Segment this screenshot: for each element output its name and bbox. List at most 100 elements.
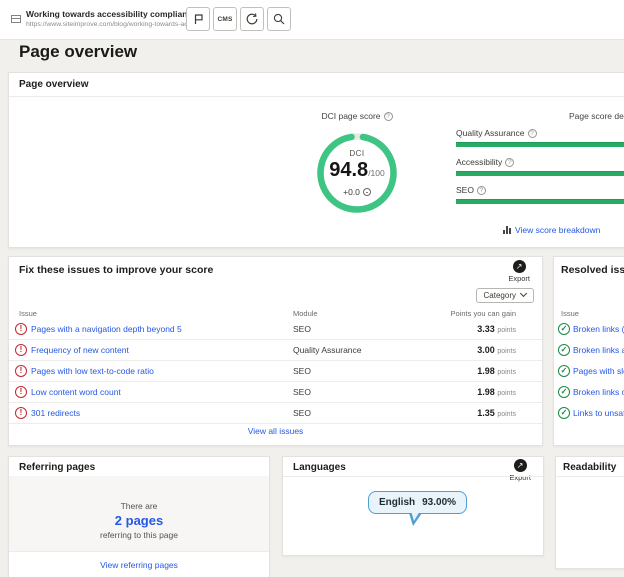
export-label: Export <box>508 274 530 283</box>
top-toolbar: Working towards accessibility compliance… <box>0 0 624 40</box>
overview-card-title: Page overview <box>19 79 88 90</box>
table-row: Links to unsafe domains <box>554 403 624 424</box>
resolved-issue-link[interactable]: Broken links at page level <box>573 345 624 355</box>
check-icon <box>558 407 570 419</box>
page-title: Working towards accessibility compliance <box>26 9 197 19</box>
readability-card: Readability <box>555 456 624 569</box>
bar-chart-icon <box>503 226 511 234</box>
view-all-issues-link[interactable]: View all issues <box>248 426 304 436</box>
col-issue: Issue <box>19 309 37 318</box>
check-icon <box>558 365 570 377</box>
languages-card: Languages Export English 93.00% <box>282 456 544 556</box>
window-icon <box>11 15 21 23</box>
score-label-quality-assurance: Quality Assurance <box>456 128 537 138</box>
page-heading: Page overview <box>19 42 137 62</box>
issue-module: SEO <box>293 387 311 397</box>
view-score-breakdown-link[interactable]: View score breakdown <box>503 225 600 235</box>
table-row: Pages with low text-to-code ratio SEO 1.… <box>9 361 542 382</box>
table-row: 301 redirects SEO 1.35 points <box>9 403 542 424</box>
resolved-issues-card: Resolved issues Issue Broken links (over… <box>553 256 624 446</box>
language-tooltip: English 93.00% <box>368 491 467 514</box>
referring-card-title: Referring pages <box>19 462 95 473</box>
export-icon <box>514 459 527 472</box>
search-button[interactable] <box>267 7 291 31</box>
resolved-issue-link[interactable]: Links to unsafe domains <box>573 408 624 418</box>
error-icon <box>15 365 27 377</box>
flag-icon <box>191 12 205 26</box>
issue-points: 3.00 points <box>477 345 516 355</box>
table-row: Broken links (overall) <box>554 319 624 340</box>
view-referring-pages-link[interactable]: View referring pages <box>100 560 178 570</box>
col-issue: Issue <box>561 309 579 318</box>
cms-button-label: CMS <box>217 16 232 23</box>
header-divider <box>556 476 624 477</box>
issues-table: Pages with a navigation depth beyond 5 S… <box>9 319 542 424</box>
resolved-issue-link[interactable]: Broken links on level <box>573 387 624 397</box>
issue-points: 1.98 points <box>477 387 516 397</box>
flag-page-button[interactable] <box>186 7 210 31</box>
help-icon[interactable] <box>505 158 514 167</box>
languages-export-button[interactable]: Export <box>509 459 531 482</box>
issue-module: SEO <box>293 366 311 376</box>
error-icon <box>15 407 27 419</box>
referring-count-link[interactable]: 2 pages <box>115 513 163 528</box>
issue-points: 1.35 points <box>477 408 516 418</box>
issue-link[interactable]: 301 redirects <box>31 408 80 418</box>
table-row: Pages with a navigation depth beyond 5 S… <box>9 319 542 340</box>
score-label-accessibility: Accessibility <box>456 157 514 167</box>
referring-line2: referring to this page <box>9 530 269 540</box>
score-label-seo: SEO <box>456 185 486 195</box>
seo-score-bar <box>456 199 624 204</box>
chevron-down-icon <box>520 290 527 297</box>
resolved-table: Broken links (overall) Broken links at p… <box>554 319 624 424</box>
recheck-button[interactable] <box>240 7 264 31</box>
check-icon <box>558 323 570 335</box>
resolved-issue-link[interactable]: Broken links (overall) <box>573 324 624 334</box>
issue-link[interactable]: Low content word count <box>31 387 121 397</box>
resolved-issue-link[interactable]: Pages with slow load time <box>573 366 624 376</box>
issue-points: 3.33 points <box>477 324 516 334</box>
view-referring-pages-row: View referring pages <box>9 560 269 570</box>
issue-link[interactable]: Pages with a navigation depth beyond 5 <box>31 324 182 334</box>
languages-card-title: Languages <box>293 462 346 473</box>
issues-export-button[interactable]: Export <box>508 260 530 283</box>
language-percent: 93.00% <box>422 497 456 508</box>
dci-gauge: DCI 94.8/100 +0.0 <box>317 133 397 213</box>
check-icon <box>558 386 570 398</box>
issue-module: SEO <box>293 408 311 418</box>
referring-count: 2 pages <box>9 513 269 528</box>
help-icon[interactable] <box>384 112 393 121</box>
error-icon <box>15 344 27 356</box>
header-divider <box>283 476 543 477</box>
issue-link[interactable]: Frequency of new content <box>31 345 129 355</box>
view-all-issues-link-row: View all issues <box>9 426 542 436</box>
table-row: Broken links on level <box>554 382 624 403</box>
issue-link[interactable]: Pages with low text-to-code ratio <box>31 366 154 376</box>
help-icon[interactable] <box>477 186 486 195</box>
help-icon[interactable] <box>528 129 537 138</box>
gauge-change: +0.0 <box>317 187 397 197</box>
history-icon[interactable] <box>363 188 371 196</box>
issue-module: SEO <box>293 324 311 334</box>
col-module: Module <box>293 309 318 318</box>
error-icon <box>15 386 27 398</box>
refresh-icon <box>245 12 259 26</box>
cms-button[interactable]: CMS <box>213 7 237 31</box>
error-icon <box>15 323 27 335</box>
referring-line1: There are <box>9 501 269 511</box>
language-name: English <box>379 497 415 508</box>
category-dropdown[interactable]: Category <box>476 288 534 303</box>
quality-assurance-score-bar <box>456 142 624 147</box>
table-row: Pages with slow load time <box>554 361 624 382</box>
overview-card: Page overview DCI page score DCI 94.8/10… <box>8 72 624 248</box>
page-overview-screen: Working towards accessibility compliance… <box>0 0 624 577</box>
readability-card-title: Readability <box>563 462 616 473</box>
footer-divider <box>9 551 269 552</box>
resolved-card-title: Resolved issues <box>561 264 624 276</box>
header-divider <box>9 96 624 97</box>
gauge-inner-label: DCI <box>317 149 397 158</box>
search-icon <box>272 12 286 26</box>
issues-card-title: Fix these issues to improve your score <box>19 264 213 276</box>
dci-page-score-label: DCI page score <box>297 111 417 121</box>
accessibility-score-bar <box>456 171 624 176</box>
